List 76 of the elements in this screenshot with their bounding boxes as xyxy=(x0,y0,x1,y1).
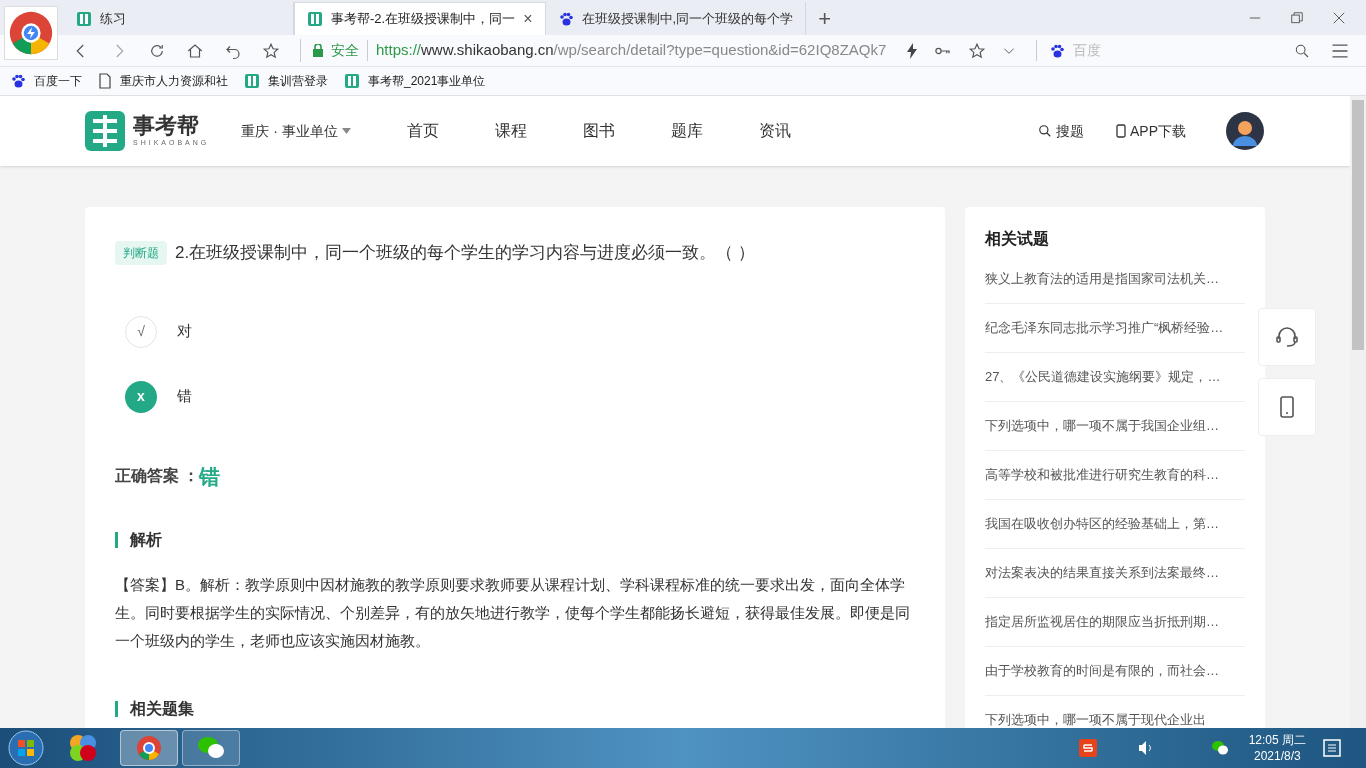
option-label: 对 xyxy=(177,321,192,342)
nav-link[interactable]: 首页 xyxy=(398,119,447,143)
avatar[interactable] xyxy=(1226,112,1264,150)
book-icon xyxy=(244,73,260,89)
bookmark[interactable]: 百度一下 xyxy=(10,72,82,90)
related-question-link[interactable]: 27、《公民道德建设实施纲要》规定，… xyxy=(985,353,1245,402)
answer-option[interactable]: x 错 xyxy=(125,380,915,413)
app-download-link[interactable]: APP下载 xyxy=(1116,120,1186,142)
browser-logo[interactable] xyxy=(4,6,58,60)
bookmark[interactable]: 集训营登录 xyxy=(244,72,328,90)
chat-bubbles-icon[interactable] xyxy=(1210,740,1229,756)
related-question-link[interactable]: 高等学校和被批准进行研究生教育的科… xyxy=(985,451,1245,500)
support-button[interactable] xyxy=(1258,308,1316,366)
star-icon[interactable] xyxy=(262,41,280,60)
answer-value: 错 xyxy=(199,463,221,490)
star-icon[interactable] xyxy=(968,41,987,60)
paw-icon xyxy=(557,10,574,27)
search-icon xyxy=(1038,124,1052,138)
mobile-button[interactable] xyxy=(1258,378,1316,436)
browser-icon xyxy=(135,734,163,762)
related-question-link[interactable]: 狭义上教育法的适用是指国家司法机关… xyxy=(985,255,1245,304)
related-question-link[interactable]: 由于学校教育的时间是有限的，而社会… xyxy=(985,647,1245,696)
section-heading: 解析 xyxy=(130,530,162,550)
sidebar-title: 相关试题 xyxy=(985,229,1050,249)
related-question-link[interactable]: 纪念毛泽东同志批示学习推广“枫桥经验… xyxy=(985,304,1245,353)
nav-link[interactable]: 资讯 xyxy=(750,119,799,143)
close-tab-button[interactable]: × xyxy=(523,7,533,31)
paw-icon xyxy=(1049,42,1066,59)
option-marker: x xyxy=(125,380,157,413)
taskbar-button[interactable] xyxy=(120,730,178,766)
search-link[interactable]: 搜题 xyxy=(1038,120,1084,142)
nav-link[interactable]: 图书 xyxy=(574,119,623,143)
bookmark[interactable]: 重庆市人力资源和社 xyxy=(98,72,228,90)
book-icon xyxy=(76,10,92,27)
close-icon[interactable] xyxy=(1332,10,1346,25)
taskbar-button[interactable] xyxy=(182,730,240,766)
caret-icon xyxy=(341,128,351,134)
secure-label: 安全 xyxy=(331,40,368,61)
related-question-link[interactable]: 对法案表决的结果直接关系到法案最终… xyxy=(985,549,1245,598)
region-selector[interactable]: 重庆 · 事业单位 xyxy=(241,120,351,142)
chat-bubbles-icon xyxy=(196,735,226,761)
notification-icon[interactable] xyxy=(1322,738,1342,758)
new-tab-button[interactable]: + xyxy=(806,2,843,35)
question-type-tag: 判断题 xyxy=(115,240,167,265)
section-heading: 相关题集 xyxy=(130,699,194,719)
bookmark[interactable]: 事考帮_2021事业单位 xyxy=(344,72,486,90)
search-icon[interactable] xyxy=(1294,42,1310,59)
book-icon xyxy=(344,73,360,89)
browser-tab[interactable]: 事考帮-2.在班级授课制中，同一 × xyxy=(294,2,546,35)
logo-icon[interactable] xyxy=(85,111,125,151)
search-field[interactable]: 百度 xyxy=(1073,40,1286,61)
related-question-link[interactable]: 指定居所监视居住的期限应当折抵刑期… xyxy=(985,598,1245,647)
logo-text: 事考帮 xyxy=(133,113,200,138)
related-question-link[interactable]: 下列选项中，哪一项不属于我国企业组… xyxy=(985,402,1245,451)
lock-icon xyxy=(313,44,323,57)
headset-icon xyxy=(1275,325,1299,349)
clock-time[interactable]: 12:05 周二 xyxy=(1248,732,1306,748)
phone-icon xyxy=(1116,124,1126,138)
input-method-icon[interactable] xyxy=(1078,739,1097,757)
nav-link[interactable]: 题库 xyxy=(662,119,711,143)
question-text: 2.在班级授课制中，同一个班级的每个学生的学习内容与进度必须一致。（ ） xyxy=(175,242,755,264)
restore-icon[interactable] xyxy=(1290,10,1304,25)
analysis-paragraph: 【答案】B。解析：教学原则中因材施教的教学原则要求教师要从课程计划、学科课程标准的统一要求出发，面向全体学生。同时要根据学生的实际情况、个别差异，有的放矢地进行教学，使每个学生都能扬长避短，获得最佳发展。即便是同一个班级内的学生，老师也应该实施因材施教。 xyxy=(115,575,911,651)
page-icon xyxy=(98,73,112,89)
book-icon xyxy=(307,11,323,27)
paw-icon xyxy=(10,73,26,89)
lightning-icon[interactable] xyxy=(906,42,919,59)
answer-option[interactable]: √ 对 xyxy=(125,315,915,348)
clock-date[interactable]: 2021/8/3 xyxy=(1253,748,1301,764)
url-field[interactable]: https://www.shikaobang.cn/wp/search/detail?type=question&id=62IQ8ZAQk7 xyxy=(376,39,887,62)
phone-icon xyxy=(1279,395,1295,419)
start-button[interactable] xyxy=(6,728,46,768)
scrollbar[interactable] xyxy=(1350,96,1366,728)
nav-link[interactable]: 课程 xyxy=(486,119,535,143)
option-label: 错 xyxy=(177,386,192,407)
related-question-link[interactable]: 我国在吸收创办特区的经验基础上，第… xyxy=(985,500,1245,549)
